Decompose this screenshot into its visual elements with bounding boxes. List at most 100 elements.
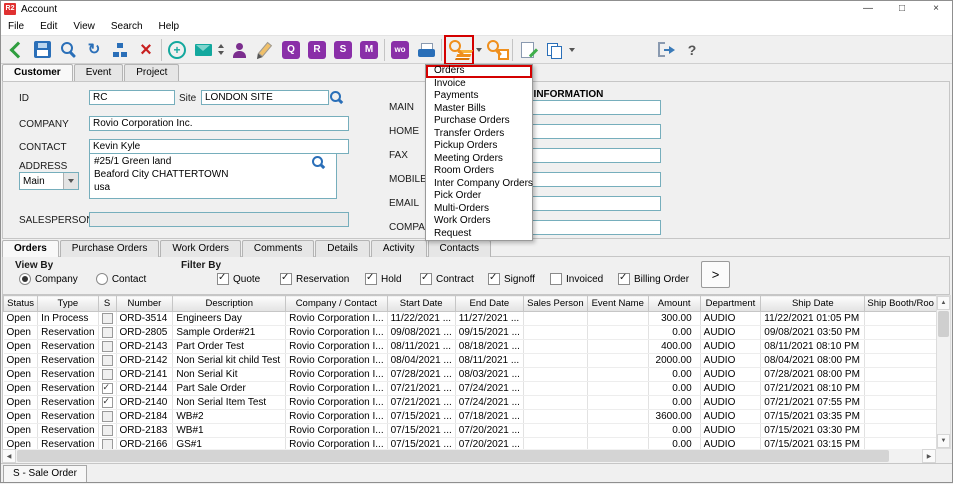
horizontal-scroll-thumb[interactable] xyxy=(17,450,889,462)
quote-button[interactable]: Q xyxy=(278,37,304,63)
master-button[interactable]: M xyxy=(356,37,382,63)
print-button[interactable] xyxy=(413,37,439,63)
reservation-button[interactable]: R xyxy=(304,37,330,63)
row-checkbox[interactable] xyxy=(102,383,113,394)
menu-option-master-bills[interactable]: Master Bills xyxy=(426,103,532,116)
subtab-comments[interactable]: Comments xyxy=(242,240,314,257)
copy-button[interactable] xyxy=(541,37,567,63)
edit-document-button[interactable] xyxy=(515,37,541,63)
col-header-type[interactable]: Type xyxy=(38,296,98,312)
find-contact-button[interactable] xyxy=(226,37,252,63)
scroll-up-button[interactable]: ▲ xyxy=(937,296,950,310)
checkbox-hold[interactable]: Hold xyxy=(365,273,402,285)
find-orders-button[interactable] xyxy=(446,37,472,63)
col-header-status[interactable]: Status xyxy=(4,296,38,312)
site-search-icon[interactable] xyxy=(329,90,343,104)
radio-company[interactable]: Company xyxy=(19,273,78,285)
col-header-end-date[interactable]: End Date xyxy=(455,296,523,312)
work-order-button[interactable]: wo xyxy=(387,37,413,63)
find-orders-dropdown[interactable] xyxy=(474,37,484,63)
menu-option-multi-orders[interactable]: Multi-Orders xyxy=(426,203,532,216)
menu-file[interactable]: File xyxy=(0,21,32,32)
table-row[interactable]: OpenReservationORD-2144Part Sale OrderRo… xyxy=(4,382,937,396)
menu-search[interactable]: Search xyxy=(103,21,151,32)
email-button[interactable] xyxy=(190,37,216,63)
address-box[interactable]: #25/1 Green land Beaford City CHATTERTOW… xyxy=(89,153,337,199)
menu-option-transfer-orders[interactable]: Transfer Orders xyxy=(426,128,532,141)
combo-arrow-button[interactable] xyxy=(63,173,78,189)
col-header-department[interactable]: Department xyxy=(700,296,761,312)
maximize-button[interactable]: □ xyxy=(885,0,919,18)
col-header-number[interactable]: Number xyxy=(116,296,173,312)
subtab-activity[interactable]: Activity xyxy=(371,240,427,257)
address-search-icon[interactable] xyxy=(311,155,325,169)
col-header-s[interactable]: S xyxy=(98,296,116,312)
col-header-event-name[interactable]: Event Name xyxy=(587,296,648,312)
subtab-orders[interactable]: Orders xyxy=(2,240,59,257)
email-split-button[interactable] xyxy=(216,37,226,63)
checkbox-reservation[interactable]: Reservation xyxy=(280,273,349,285)
close-button[interactable]: × xyxy=(919,0,953,18)
tab-customer[interactable]: Customer xyxy=(2,64,73,81)
col-header-sales-person[interactable]: Sales Person xyxy=(523,296,587,312)
checkbox-invoiced[interactable]: Invoiced xyxy=(550,273,603,285)
menu-option-work-orders[interactable]: Work Orders xyxy=(426,215,532,228)
company-input[interactable] xyxy=(89,116,349,131)
copy-dropdown[interactable] xyxy=(567,37,577,63)
back-button[interactable] xyxy=(3,37,29,63)
salesperson-input[interactable] xyxy=(89,212,349,227)
search-button[interactable] xyxy=(55,37,81,63)
table-row[interactable]: OpenReservationORD-2805Sample Order#21Ro… xyxy=(4,326,937,340)
signoff-button[interactable]: S xyxy=(330,37,356,63)
add-button[interactable] xyxy=(164,37,190,63)
menu-option-purchase-orders[interactable]: Purchase Orders xyxy=(426,115,532,128)
row-checkbox[interactable] xyxy=(102,341,113,352)
contact-input[interactable] xyxy=(89,139,349,154)
menu-option-pickup-orders[interactable]: Pickup Orders xyxy=(426,140,532,153)
col-header-company-contact[interactable]: Company / Contact xyxy=(286,296,388,312)
checkbox-billing-order[interactable]: Billing Order xyxy=(618,273,689,285)
checkbox-quote[interactable]: Quote xyxy=(217,273,260,285)
edit-button[interactable] xyxy=(252,37,278,63)
tab-event[interactable]: Event xyxy=(74,64,124,81)
subtab-details[interactable]: Details xyxy=(315,240,370,257)
row-checkbox[interactable] xyxy=(102,369,113,380)
table-row[interactable]: OpenIn ProcessORD-3514Engineers DayRovio… xyxy=(4,312,937,326)
col-header-amount[interactable]: Amount xyxy=(648,296,700,312)
id-input[interactable] xyxy=(89,90,175,105)
minimize-button[interactable]: — xyxy=(851,0,885,18)
tab-project[interactable]: Project xyxy=(124,64,179,81)
table-row[interactable]: OpenReservationORD-2184WB#2Rovio Corpora… xyxy=(4,410,937,424)
help-button[interactable]: ? xyxy=(679,37,705,63)
subtab-contacts[interactable]: Contacts xyxy=(428,240,491,257)
expand-filter-button[interactable]: > xyxy=(701,261,730,288)
row-checkbox[interactable] xyxy=(102,397,113,408)
subtab-work-orders[interactable]: Work Orders xyxy=(160,240,241,257)
vertical-scroll-thumb[interactable] xyxy=(938,311,949,337)
table-row[interactable]: OpenReservationORD-2143Part Order TestRo… xyxy=(4,340,937,354)
site-input[interactable] xyxy=(201,90,329,105)
menu-option-pick-order[interactable]: Pick Order xyxy=(426,190,532,203)
subtab-purchase-orders[interactable]: Purchase Orders xyxy=(60,240,160,257)
exit-button[interactable] xyxy=(653,37,679,63)
checkbox-contract[interactable]: Contract xyxy=(420,273,474,285)
table-row[interactable]: OpenReservationORD-2141Non Serial KitRov… xyxy=(4,368,937,382)
row-checkbox[interactable] xyxy=(102,439,113,449)
checkbox-signoff[interactable]: Signoff xyxy=(488,273,535,285)
row-checkbox[interactable] xyxy=(102,327,113,338)
menu-option-meeting-orders[interactable]: Meeting Orders xyxy=(426,153,532,166)
table-row[interactable]: OpenReservationORD-2183WB#1Rovio Corpora… xyxy=(4,424,937,438)
menu-option-inter-company-orders[interactable]: Inter Company Orders xyxy=(426,178,532,191)
address-type-select[interactable]: Main xyxy=(19,172,79,190)
col-header-start-date[interactable]: Start Date xyxy=(387,296,455,312)
col-header-ship-booth-roo[interactable]: Ship Booth/Roo xyxy=(865,296,937,312)
menu-option-room-orders[interactable]: Room Orders xyxy=(426,165,532,178)
menu-help[interactable]: Help xyxy=(151,21,188,32)
menu-option-payments[interactable]: Payments xyxy=(426,90,532,103)
row-checkbox[interactable] xyxy=(102,425,113,436)
table-row[interactable]: OpenReservationORD-2166GS#1Rovio Corpora… xyxy=(4,438,937,450)
menu-option-orders[interactable]: Orders xyxy=(426,65,532,78)
scroll-left-button[interactable]: ◀ xyxy=(2,449,16,463)
row-checkbox[interactable] xyxy=(102,411,113,422)
save-button[interactable] xyxy=(29,37,55,63)
